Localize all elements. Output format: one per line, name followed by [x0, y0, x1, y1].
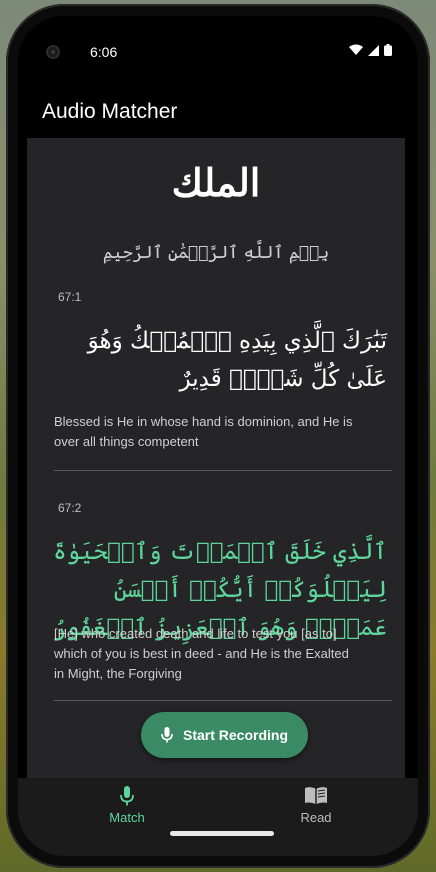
- nav-label-match: Match: [109, 810, 145, 825]
- screen: 6:06 Audio Matcher الملك بِسۡمِ ٱللَّهِ …: [18, 16, 418, 856]
- verse-translation: [He] who created death and life to test …: [54, 626, 349, 681]
- start-recording-button[interactable]: Start Recording: [141, 712, 308, 758]
- app-bar: Audio Matcher: [18, 88, 418, 128]
- surah-title: الملك: [171, 160, 261, 205]
- mic-icon: [161, 727, 173, 743]
- verse-number: 67:2: [58, 501, 82, 515]
- verse-divider: [54, 700, 392, 701]
- front-camera: [46, 45, 60, 59]
- system-icons: [349, 44, 392, 56]
- bottom-navigation: Match Read: [18, 778, 418, 856]
- verse-translation: Blessed is He in whose hand is dominion,…: [54, 414, 353, 449]
- status-time: 6:06: [90, 44, 118, 60]
- surah-content[interactable]: الملك بِسۡمِ ٱللَّهِ ٱلرَّحۡمَٰنِ ٱلرَّح…: [27, 138, 405, 778]
- nav-item-read[interactable]: Read: [256, 786, 376, 825]
- verse-arabic: تَبَٰرَكَ ٱلَّذِي بِيَدِهِ ٱلۡمُلۡكُ وَه…: [87, 328, 387, 392]
- status-bar: 6:06: [18, 16, 418, 66]
- basmala: بِسۡمِ ٱللَّهِ ٱلرَّحۡمَٰنِ ٱلرَّحِيمِ: [102, 243, 330, 263]
- home-indicator[interactable]: [170, 831, 274, 836]
- app-title: Audio Matcher: [42, 100, 178, 123]
- nav-label-read: Read: [300, 810, 332, 825]
- book-icon: [305, 787, 327, 804]
- verse-number: 67:1: [58, 290, 82, 304]
- mic-icon: [120, 786, 134, 806]
- verse-divider: [54, 470, 392, 471]
- nav-item-match[interactable]: Match: [67, 786, 187, 825]
- start-recording-label: Start Recording: [182, 727, 288, 743]
- phone-frame: 6:06 Audio Matcher الملك بِسۡمِ ٱللَّهِ …: [6, 4, 430, 868]
- battery-icon: [384, 44, 392, 56]
- signal-icon: [368, 44, 379, 56]
- wifi-icon: [349, 44, 363, 55]
